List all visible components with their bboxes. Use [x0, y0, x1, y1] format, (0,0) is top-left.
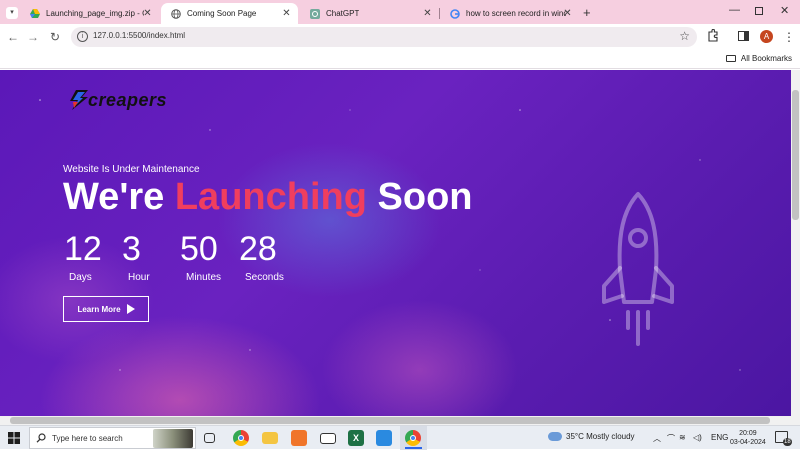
mail-icon[interactable] [320, 433, 336, 444]
countdown-minutes-label: Minutes [186, 272, 222, 283]
search-placeholder: Type here to search [52, 434, 123, 443]
minimize-icon[interactable]: — [729, 4, 740, 16]
countdown-days-value: 12 [64, 230, 102, 268]
new-tab-icon[interactable]: + [583, 5, 591, 20]
tab-chatgpt[interactable]: ChatGPT ✕ [300, 3, 439, 24]
chrome-icon[interactable] [233, 430, 249, 446]
restore-icon[interactable] [755, 7, 763, 15]
cloud-icon [548, 432, 562, 441]
forward-arrow-icon[interactable]: → [24, 28, 42, 46]
close-icon[interactable]: ✕ [281, 8, 292, 19]
vscode-icon[interactable] [376, 430, 392, 446]
brand-logo-icon [70, 90, 88, 110]
learn-more-button[interactable]: Learn More [63, 296, 149, 322]
browser-toolbar: ← → ↻ i 127.0.0.1:5500/index.html ☆ A ⋮ [0, 24, 800, 50]
wifi-icon[interactable]: ≋ [679, 433, 686, 442]
clock-date: 03-04-2024 [730, 439, 766, 446]
system-clock[interactable]: 20:09 03-04-2024 [730, 429, 766, 447]
window-close-icon[interactable]: ✕ [780, 4, 789, 17]
language-indicator[interactable]: ENG [711, 433, 728, 442]
xampp-icon[interactable] [291, 430, 307, 446]
reload-icon[interactable]: ↻ [46, 28, 64, 46]
side-panel-icon[interactable] [738, 31, 749, 41]
horizontal-scrollbar[interactable] [0, 416, 800, 425]
extensions-icon[interactable] [707, 28, 719, 42]
chevron-up-icon[interactable]: ︿ [653, 433, 661, 444]
site-info-icon[interactable]: i [77, 31, 88, 42]
all-bookmarks-button[interactable]: All Bookmarks [725, 54, 792, 63]
search-highlight-image [153, 429, 193, 448]
google-drive-icon [30, 9, 40, 19]
tab-google-search[interactable]: how to screen record in windo ✕ [440, 3, 579, 24]
rocket-icon [602, 192, 674, 346]
excel-icon[interactable]: X [348, 430, 364, 446]
headline-part: Soon [366, 176, 473, 218]
globe-icon [171, 8, 181, 19]
tab-drive[interactable]: Launching_page_img.zip - Goo ✕ [20, 3, 159, 24]
avatar[interactable]: A [760, 30, 773, 43]
notification-count: 18 [783, 438, 792, 446]
speaker-icon[interactable]: ◁) [693, 433, 702, 442]
tab-strip: ▾ Launching_page_img.zip - Goo ✕ Coming … [0, 0, 800, 24]
task-view-icon[interactable] [204, 433, 215, 443]
close-icon[interactable]: ✕ [562, 8, 573, 19]
menu-dots-icon[interactable]: ⋮ [783, 28, 795, 46]
bookmarks-bar: All Bookmarks [0, 50, 800, 69]
learn-more-label: Learn More [77, 304, 121, 314]
weather-text: 35°C Mostly cloudy [566, 432, 635, 441]
chatgpt-icon [310, 8, 320, 19]
folder-icon [725, 55, 736, 62]
windows-taskbar: Type here to search X 35°C Mostly cloudy… [0, 425, 800, 450]
countdown-days-label: Days [69, 272, 92, 283]
address-url: 127.0.0.1:5500/index.html [93, 31, 186, 40]
tab-title: Coming Soon Page [187, 9, 257, 18]
play-icon [126, 304, 135, 314]
clock-time: 20:09 [739, 430, 757, 437]
close-icon[interactable]: ✕ [422, 8, 433, 19]
close-icon[interactable]: ✕ [142, 8, 153, 19]
scroll-thumb[interactable] [10, 417, 770, 424]
address-bar[interactable]: i 127.0.0.1:5500/index.html ☆ [71, 27, 697, 47]
tab-title: Launching_page_img.zip - Goo [46, 9, 144, 18]
countdown-seconds-label: Seconds [245, 272, 284, 283]
scroll-thumb[interactable] [792, 90, 799, 220]
page-title: We're Launching Soon [63, 176, 473, 219]
countdown-hours-label: Hour [128, 272, 150, 283]
tab-coming-soon[interactable]: Coming Soon Page ✕ [161, 3, 298, 24]
chrome-active-icon[interactable] [405, 430, 421, 446]
countdown-minutes-value: 50 [180, 230, 218, 268]
windows-start-icon[interactable] [8, 432, 20, 444]
countdown-seconds-value: 28 [239, 230, 277, 268]
tab-title: how to screen record in windo [466, 9, 566, 18]
countdown-hours-value: 3 [122, 230, 141, 268]
network-icon[interactable]: ⌒ [667, 433, 675, 444]
headline-accent: Launching [174, 176, 367, 218]
search-icon [36, 433, 46, 443]
bookmark-star-icon[interactable]: ☆ [679, 29, 690, 43]
maintenance-subtitle: Website Is Under Maintenance [63, 164, 200, 175]
back-arrow-icon[interactable]: ← [4, 28, 22, 46]
google-icon [450, 8, 460, 19]
headline-part: We're [63, 176, 175, 218]
brand-name: creapers [88, 89, 168, 110]
brand-logo[interactable]: creapers [68, 89, 167, 111]
taskbar-search-input[interactable]: Type here to search [29, 427, 196, 449]
all-bookmarks-label: All Bookmarks [740, 54, 792, 63]
vertical-scrollbar[interactable] [791, 70, 800, 416]
weather-widget[interactable]: 35°C Mostly cloudy [548, 432, 635, 441]
tab-title: ChatGPT [326, 9, 360, 18]
tab-search-button[interactable]: ▾ [6, 7, 18, 19]
page-viewport: creapers Website Is Under Maintenance We… [0, 70, 791, 416]
file-explorer-icon[interactable] [262, 432, 278, 444]
